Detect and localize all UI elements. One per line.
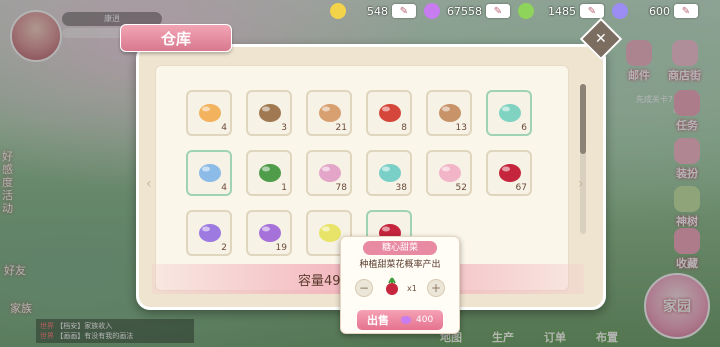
increase-quantity-button[interactable]: + (427, 279, 445, 297)
warehouse-scrollbar[interactable] (580, 84, 586, 234)
sell-label: 出售 (367, 314, 389, 327)
leaf-value: 1485 (548, 4, 576, 18)
leaf-icon (518, 3, 534, 19)
resource-gem: 600 ✎ (612, 3, 698, 19)
item-quantity: 38 (395, 183, 407, 193)
gem-value: 600 (649, 4, 670, 18)
capacity-label: 容量49 (298, 274, 341, 289)
resource-candy: 67558 ✎ (424, 3, 510, 19)
candy-icon (424, 3, 440, 19)
candy-value: 67558 (447, 4, 482, 18)
item-slot[interactable]: 2 (186, 210, 232, 256)
sell-count: x1 (407, 284, 417, 293)
right-arrow-icon: › (578, 176, 584, 192)
item-quantity: 19 (275, 243, 287, 253)
bread-icon (199, 104, 221, 122)
item-tooltip: 糖心甜菜 种植甜菜花概率产出 − x1 + 出售 400 (340, 236, 460, 334)
item-slot[interactable]: 13 (426, 90, 472, 136)
blossom-branch-icon (439, 164, 461, 182)
item-quantity: 6 (521, 123, 527, 133)
item-quantity: 78 (335, 183, 347, 193)
item-slot[interactable]: 1 (246, 150, 292, 196)
item-quantity: 1 (281, 183, 287, 193)
stars-value: 548 (367, 4, 388, 18)
beet-icon (499, 164, 521, 182)
item-slot[interactable]: 67 (486, 150, 532, 196)
star-icon (330, 3, 346, 19)
item-quantity: 4 (221, 183, 227, 193)
item-slot[interactable]: 4 (186, 90, 232, 136)
wood-stump-icon (259, 104, 281, 122)
decrease-quantity-button[interactable]: − (355, 279, 373, 297)
flower-nest-icon (319, 164, 341, 182)
add-leaf-button[interactable]: ✎ (580, 4, 604, 18)
item-slot[interactable]: 38 (366, 150, 412, 196)
item-slot[interactable]: 52 (426, 150, 472, 196)
resource-leaf: 1485 ✎ (518, 3, 604, 19)
item-slot[interactable]: 3 (246, 90, 292, 136)
sell-price: 400 (416, 315, 434, 325)
item-slot[interactable]: 21 (306, 90, 352, 136)
candy-icon (401, 316, 411, 324)
lavender-icon (199, 224, 221, 242)
clover-leaf-icon (259, 164, 281, 182)
gem-icon (612, 3, 628, 19)
item-quantity: 13 (455, 123, 467, 133)
item-quantity: 52 (455, 183, 467, 193)
item-slot[interactable]: 19 (246, 210, 292, 256)
item-quantity: 2 (221, 243, 227, 253)
add-stars-button[interactable]: ✎ (392, 4, 416, 18)
item-slot[interactable]: 78 (306, 150, 352, 196)
item-slot[interactable]: 6 (486, 90, 532, 136)
item-description: 种植甜菜花概率产出 (359, 260, 441, 270)
close-x-icon: ✕ (595, 30, 607, 47)
scroll-thumb[interactable] (580, 84, 586, 154)
add-gem-button[interactable]: ✎ (674, 4, 698, 18)
blue-star-icon (199, 164, 221, 182)
flour-sack-icon (319, 104, 341, 122)
item-quantity: 8 (401, 123, 407, 133)
item-name: 糖心甜菜 (363, 241, 437, 255)
resource-stars: 548 ✎ (330, 3, 416, 19)
add-candy-button[interactable]: ✎ (486, 4, 510, 18)
mushroom-icon (439, 104, 461, 122)
item-slot[interactable]: 4 (186, 150, 232, 196)
warehouse-title: 仓库 (120, 24, 232, 52)
resource-bar: 548 ✎ 67558 ✎ 1485 ✎ 600 ✎ (330, 0, 720, 22)
item-quantity: 21 (335, 123, 347, 133)
jade-stone-icon (499, 104, 521, 122)
item-quantity: 3 (281, 123, 287, 133)
item-quantity: 67 (515, 183, 527, 193)
item-slot[interactable]: 8 (366, 90, 412, 136)
purple-flower-icon (259, 224, 281, 242)
beet-icon (386, 277, 398, 295)
chili-basket-icon (379, 104, 401, 122)
rainbow-nest-icon (379, 164, 401, 182)
left-arrow-icon: ‹ (146, 176, 152, 192)
item-quantity: 4 (221, 123, 227, 133)
sell-button[interactable]: 出售 400 (357, 310, 443, 330)
